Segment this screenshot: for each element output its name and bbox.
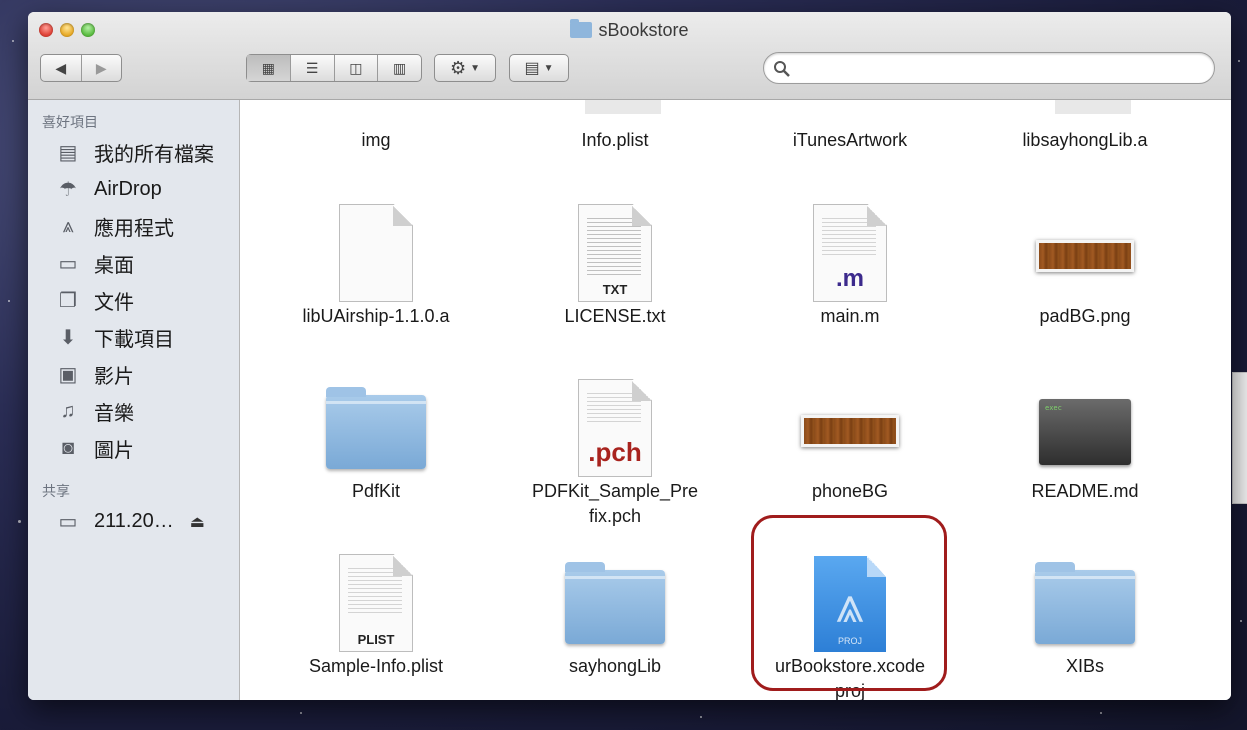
chevron-right-icon: ▶ — [95, 59, 107, 76]
desktop-icon: ▭ — [58, 253, 78, 275]
shared-header: 共享 — [42, 483, 70, 499]
search-icon — [774, 61, 790, 77]
sidebar-item-documents[interactable]: ❐ 文件 — [28, 282, 239, 319]
applications-icon: ⩓ — [62, 215, 74, 237]
sidebar-item-server[interactable]: ▭ 211.20… ⏏ — [28, 503, 239, 540]
generic-document-icon — [339, 204, 413, 302]
file-item[interactable]: padBG.png — [970, 190, 1200, 329]
search-field[interactable] — [763, 52, 1215, 84]
column-view-icon: ◫ — [349, 59, 363, 76]
coverflow-view-button[interactable]: ▥ — [378, 55, 421, 81]
sidebar-item-all-files[interactable]: ▤ 我的所有檔案 — [28, 134, 239, 171]
file-item[interactable]: sayhongLib — [500, 540, 730, 679]
gear-icon: ⚙ — [449, 57, 467, 78]
sidebar: 喜好項目 ▤ 我的所有檔案 ☂ AirDrop ⩓ 應用程式 ▭ 桌面 ❐ 文件 ⬇ 下載項… — [28, 100, 240, 700]
arrange-menu-button[interactable]: ▤ ▼ — [509, 54, 569, 82]
back-button[interactable]: ◀ — [41, 55, 82, 81]
file-item[interactable]: TXT LICENSE.txt — [500, 190, 730, 329]
sidebar-item-movies[interactable]: ▣ 影片 — [28, 356, 239, 393]
highlight-annotation — [751, 515, 947, 691]
list-view-icon: ☰ — [305, 59, 319, 76]
file-icon-grid: img Info.plist iTunesArtwork libsayhongL… — [240, 100, 1231, 700]
music-icon: ♫ — [60, 400, 76, 422]
action-menu-button[interactable]: ⚙ ▼ — [434, 54, 496, 82]
sidebar-item-music[interactable]: ♫ 音樂 — [28, 393, 239, 430]
airdrop-icon: ☂ — [59, 179, 77, 201]
plist-document-icon: PLIST — [339, 554, 413, 652]
titlebar: sBookstore ◀ ▶ ▦ ☰ ◫ ▥ ⚙ ▼ ▤ ▼ — [28, 12, 1231, 100]
sidebar-item-applications[interactable]: ⩓ 應用程式 — [28, 208, 239, 245]
eject-icon[interactable]: ⏏ — [190, 512, 205, 532]
sidebar-item-pictures[interactable]: ◙ 圖片 — [28, 430, 239, 467]
file-item[interactable]: PdfKit — [261, 365, 491, 504]
file-item[interactable]: libUAirship-1.1.0.a — [261, 190, 491, 329]
info-plist-icon-partial — [585, 100, 661, 114]
image-thumbnail-icon — [801, 415, 899, 447]
pictures-icon: ◙ — [61, 437, 75, 459]
downloads-icon: ⬇ — [59, 327, 77, 349]
sidebar-item-downloads[interactable]: ⬇ 下載項目 — [28, 319, 239, 356]
server-icon: ▭ — [58, 511, 78, 533]
icon-view-button[interactable]: ▦ — [247, 55, 291, 81]
sidebar-item-desktop[interactable]: ▭ 桌面 — [28, 245, 239, 282]
file-item[interactable]: exec README.md — [970, 365, 1200, 504]
folder-icon — [326, 387, 426, 469]
finder-window: sBookstore ◀ ▶ ▦ ☰ ◫ ▥ ⚙ ▼ ▤ ▼ 喜好項目 ▤ 我的所有檔… — [28, 12, 1231, 700]
file-item[interactable]: phoneBG — [735, 365, 965, 504]
file-item[interactable]: Info.plist — [500, 126, 730, 153]
folder-icon — [565, 562, 665, 644]
chevron-left-icon: ◀ — [55, 59, 67, 76]
dropdown-arrow-icon: ▼ — [470, 62, 481, 74]
objc-source-icon: .m — [813, 204, 887, 302]
sidebar-item-airdrop[interactable]: ☂ AirDrop — [28, 171, 239, 208]
arrange-grid-icon: ▤ — [524, 60, 540, 77]
window-title: sBookstore — [28, 19, 1231, 41]
favorites-header: 喜好項目 — [42, 114, 98, 130]
file-item[interactable]: .pch PDFKit_Sample_Pre fix.pch — [500, 365, 730, 529]
file-item[interactable]: libsayhongLib.a — [970, 126, 1200, 153]
dropdown-arrow-icon: ▼ — [543, 62, 554, 74]
folder-icon — [570, 19, 593, 38]
executable-icon: exec — [1039, 399, 1131, 465]
background-window-fragment — [1232, 372, 1247, 504]
back-forward-control: ◀ ▶ — [40, 54, 122, 82]
forward-button[interactable]: ▶ — [82, 55, 122, 81]
header-document-icon: .pch — [578, 379, 652, 477]
text-document-icon: TXT — [578, 204, 652, 302]
icon-view-icon: ▦ — [261, 59, 275, 76]
column-view-button[interactable]: ◫ — [335, 55, 379, 81]
coverflow-view-icon: ▥ — [393, 59, 407, 76]
file-item[interactable]: PLIST Sample-Info.plist — [261, 540, 491, 679]
list-view-button[interactable]: ☰ — [291, 55, 335, 81]
file-item[interactable]: XIBs — [970, 540, 1200, 679]
search-input[interactable] — [796, 57, 1200, 81]
file-item[interactable]: iTunesArtwork — [735, 126, 965, 153]
documents-icon: ❐ — [59, 290, 77, 312]
view-mode-control: ▦ ☰ ◫ ▥ — [246, 54, 422, 82]
file-item[interactable]: img — [261, 126, 491, 153]
libsayhonglib-icon-partial — [1055, 100, 1131, 114]
movies-icon: ▣ — [58, 364, 78, 386]
folder-icon — [1035, 562, 1135, 644]
file-item[interactable]: .m main.m — [735, 190, 965, 329]
all-files-icon: ▤ — [58, 142, 78, 164]
image-thumbnail-icon — [1036, 240, 1134, 272]
